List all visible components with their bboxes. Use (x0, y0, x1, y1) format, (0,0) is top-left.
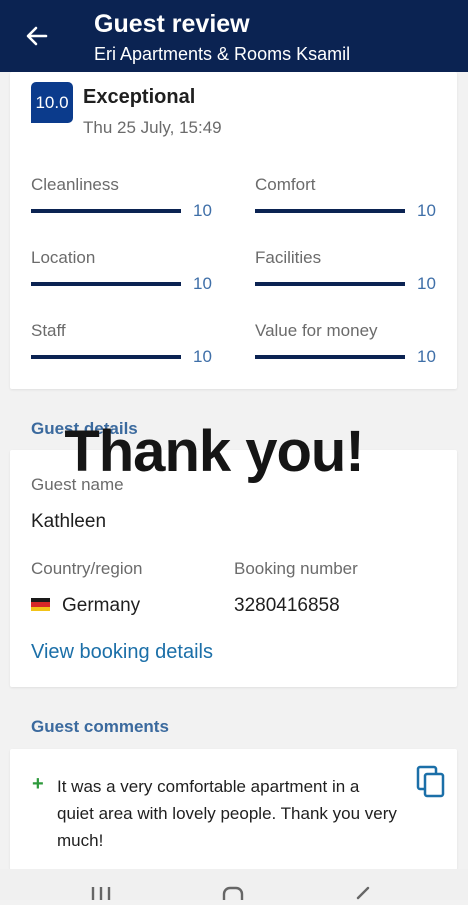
rating-facilities: Facilities 10 (255, 248, 457, 296)
guest-comments-card: + It was a very comfortable apartment in… (10, 749, 457, 870)
rating-bar-fill (255, 355, 405, 359)
booking-number-label: Booking number (234, 559, 358, 578)
rating-location: Location 10 (31, 248, 233, 296)
rating-staff: Staff 10 (31, 321, 233, 369)
rating-label: Comfort (255, 175, 316, 194)
rating-label: Facilities (255, 248, 322, 267)
positive-comment: It was a very comfortable apartment in a… (57, 777, 397, 850)
back-arrow-icon (26, 26, 48, 46)
guest-details-card: Guest name Kathleen Country/region Germa… (10, 450, 457, 687)
guest-comments-heading: Guest comments (31, 717, 169, 736)
app-bar: Guest review Eri Apartments & Rooms Ksam… (0, 0, 468, 72)
rating-value: 10 (193, 274, 212, 293)
back-nav-button[interactable] (350, 883, 372, 905)
rating-value: 10 (193, 201, 212, 220)
score-word: Exceptional (83, 86, 196, 108)
rating-value-for-money: Value for money 10 (255, 321, 457, 369)
rating-bar (255, 209, 405, 213)
score-badge: 10.0 (31, 82, 73, 123)
rating-bar-fill (255, 282, 405, 286)
country-label: Country/region (31, 559, 143, 578)
germany-flag-icon (31, 598, 50, 611)
rating-value: 10 (417, 347, 436, 366)
rating-label: Cleanliness (31, 175, 119, 194)
rating-cleanliness: Cleanliness 10 (31, 175, 233, 223)
plus-icon: + (32, 773, 44, 795)
back-nav-icon (356, 886, 370, 900)
rating-bar (31, 209, 181, 213)
property-name: Eri Apartments & Rooms Ksamil (94, 44, 351, 64)
rating-label: Value for money (255, 321, 378, 340)
rating-bar-fill (31, 282, 181, 286)
rating-label: Location (31, 248, 96, 267)
rating-value: 10 (417, 274, 436, 293)
home-button[interactable] (222, 883, 244, 905)
booking-number: 3280416858 (234, 595, 340, 616)
view-booking-details-link[interactable]: View booking details (31, 641, 213, 664)
rating-bar (255, 355, 405, 359)
rating-bar-fill (255, 209, 405, 213)
country-value: Germany (62, 595, 141, 616)
home-icon (222, 886, 244, 905)
copy-button[interactable] (416, 765, 446, 799)
copy-icon (416, 765, 445, 798)
system-navigation-bar (0, 869, 468, 905)
rating-bar (31, 355, 181, 359)
rating-label: Staff (31, 321, 66, 340)
rating-bar (31, 282, 181, 286)
rating-bar (255, 282, 405, 286)
page-title: Guest review (94, 10, 250, 38)
score-card: 10.0 Exceptional Thu 25 July, 15:49 Clea… (10, 72, 457, 389)
thank-you-overlay: Thank you! (64, 419, 364, 484)
back-button[interactable] (22, 22, 52, 50)
rating-comfort: Comfort 10 (255, 175, 457, 223)
rating-value: 10 (193, 347, 212, 366)
rating-bar-fill (31, 355, 181, 359)
recent-apps-button[interactable] (90, 883, 112, 905)
rating-bar-fill (31, 209, 181, 213)
review-date: Thu 25 July, 15:49 (83, 118, 222, 137)
rating-value: 10 (417, 201, 436, 220)
guest-name: Kathleen (31, 511, 107, 532)
recent-apps-icon (91, 887, 111, 900)
